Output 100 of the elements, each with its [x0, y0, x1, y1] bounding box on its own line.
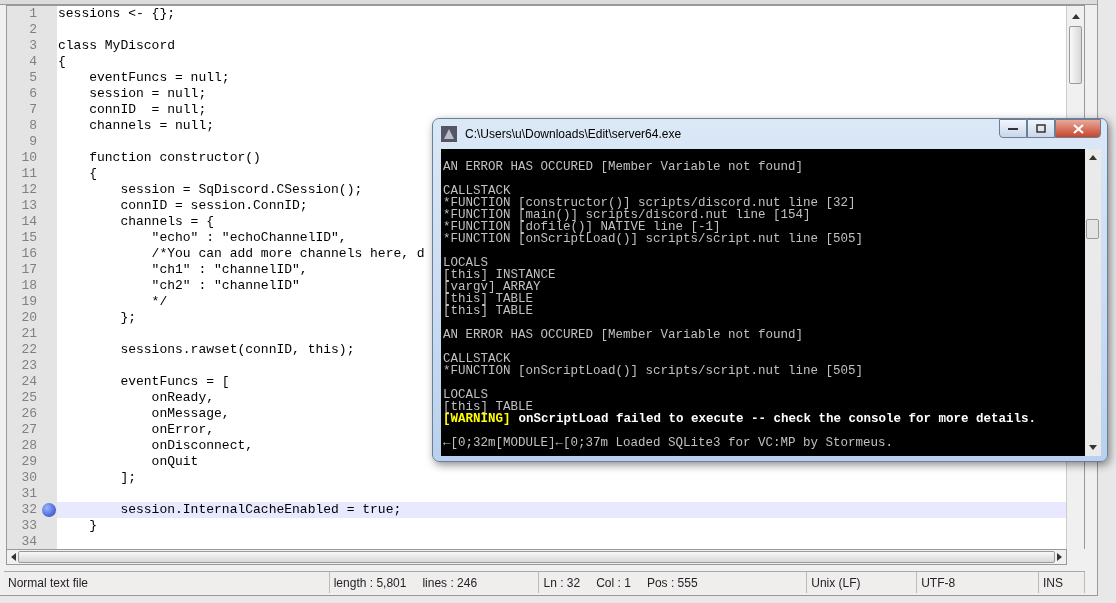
code-line: ]; [119, 470, 136, 485]
console-line: CALLSTACK [443, 185, 511, 197]
line-number: 11 [20, 166, 38, 182]
scroll-up-icon[interactable] [1072, 14, 1080, 19]
line-number: 31 [20, 486, 38, 502]
code-line: channels = null; [88, 118, 215, 133]
code-line: { [58, 54, 66, 69]
line-number: 13 [20, 198, 38, 214]
code-line: onDisconnect, [150, 438, 254, 453]
scroll-right-icon[interactable] [1057, 553, 1062, 561]
code-line: "ch2" : "channelID" [150, 278, 300, 293]
line-number: 4 [28, 54, 38, 70]
warning-tag: [WARNING] [443, 413, 511, 425]
code-line: /*You can add more channels here, d [150, 246, 425, 261]
line-number: 12 [20, 182, 38, 198]
code-line: onQuit [150, 454, 199, 469]
code-line: sessions.rawset(connID, this); [119, 342, 355, 357]
console-line: LOCALS [443, 257, 488, 269]
code-line: connID = null; [88, 102, 207, 117]
code-line: function constructor() [88, 150, 261, 165]
line-number: 29 [20, 454, 38, 470]
maximize-button[interactable] [1027, 119, 1055, 138]
console-line: AN ERROR HAS OCCURED [Member Variable not found] [443, 161, 804, 173]
scroll-thumb[interactable] [18, 551, 1055, 563]
code-line: eventFuncs = [ [119, 374, 230, 389]
console-line: CALLSTACK [443, 353, 511, 365]
code-line: connID = session.ConnID; [119, 198, 308, 213]
line-number: 23 [20, 358, 38, 374]
line-number: 25 [20, 390, 38, 406]
console-line: *FUNCTION [main()] scripts/discord.nut line [154] [443, 209, 811, 221]
console-line: LOCALS [443, 389, 488, 401]
console-line: *FUNCTION [constructor()] scripts/discord.nut line [32] [443, 197, 856, 209]
close-button[interactable] [1055, 119, 1101, 138]
code-line: { [88, 166, 97, 181]
code-line: } [88, 518, 97, 533]
line-number: 32 [20, 502, 38, 518]
scrollbar-track[interactable] [1085, 149, 1101, 456]
code-line: session = null; [88, 86, 207, 101]
line-number: 15 [20, 230, 38, 246]
console-line: [this] TABLE [443, 293, 533, 305]
console-line: *FUNCTION [onScriptLoad()] scripts/script.nut line [505] [443, 365, 864, 377]
code-line: session = SqDiscord.CSession(); [119, 182, 363, 197]
code-line: onReady, [150, 390, 215, 405]
line-number: 2 [28, 22, 38, 38]
status-text: UTF-8 [921, 574, 956, 592]
line-number: 16 [20, 246, 38, 262]
line-number: 10 [20, 150, 38, 166]
console-line: [this] TABLE [443, 305, 533, 317]
line-number: 3 [28, 38, 38, 54]
status-text: Ln : 32 [543, 574, 581, 592]
line-number: 21 [20, 326, 38, 342]
minimize-button[interactable] [999, 119, 1027, 138]
console-line: [vargv] ARRAY [443, 281, 541, 293]
line-number: 26 [20, 406, 38, 422]
scroll-up-icon[interactable] [1089, 155, 1097, 160]
line-number: 19 [20, 294, 38, 310]
close-icon [1072, 123, 1084, 134]
line-number: 7 [28, 102, 38, 118]
status-text: length : 5,801 [333, 574, 407, 592]
console-line: ←[0;32m[MODULE]←[0;37m Loaded SQLite3 for VC:MP by Stormeus. [443, 437, 894, 449]
line-number: 28 [20, 438, 38, 454]
status-text: Col : 1 [596, 574, 631, 592]
status-text: Normal text file [8, 574, 89, 592]
code-line: session.InternalCacheEnabled = true; [119, 502, 402, 517]
scroll-thumb[interactable] [1086, 219, 1099, 239]
code-line: sessions <- {}; [58, 6, 176, 21]
line-number: 9 [28, 134, 38, 150]
status-text: lines : 246 [422, 574, 478, 592]
line-number: 5 [28, 70, 38, 86]
console-line: [this] TABLE [443, 401, 533, 413]
line-number: 34 [20, 534, 38, 549]
scrollbar-track[interactable] [6, 549, 1067, 565]
code-line: */ [150, 294, 168, 309]
status-text: Pos : 555 [646, 574, 698, 592]
scroll-down-icon[interactable] [1089, 445, 1097, 450]
maximize-icon [1036, 124, 1046, 133]
console-line: onScriptLoad failed to execute -- check the console for more details. [518, 413, 1037, 425]
line-number: 30 [20, 470, 38, 486]
line-number: 14 [20, 214, 38, 230]
code-line: onMessage, [150, 406, 230, 421]
status-text: INS [1043, 574, 1064, 592]
line-number: 27 [20, 422, 38, 438]
scroll-thumb[interactable] [1069, 26, 1082, 84]
line-number: 18 [20, 278, 38, 294]
status-text: Unix (LF) [811, 574, 861, 592]
line-number: 20 [20, 310, 38, 326]
console-line: *FUNCTION [dofile()] NATIVE line [-1] [443, 221, 721, 233]
console-line: *FUNCTION [onScriptLoad()] scripts/script.nut line [505] [443, 233, 864, 245]
code-line: eventFuncs = null; [88, 70, 230, 85]
code-line: "echo" : "echoChannelID", [150, 230, 347, 245]
app-icon [441, 126, 457, 142]
code-line: "ch1" : "channelID", [150, 262, 308, 277]
code-line: class MyDiscord [58, 38, 176, 53]
window-title: C:\Users\u\Downloads\Edit\server64.exe [465, 126, 682, 143]
line-number: 8 [28, 118, 38, 134]
code-line: onError, [150, 422, 215, 437]
code-line: channels = { [119, 214, 215, 229]
scroll-left-icon[interactable] [11, 553, 16, 561]
line-number: 24 [20, 374, 38, 390]
code-line: }; [119, 310, 136, 325]
